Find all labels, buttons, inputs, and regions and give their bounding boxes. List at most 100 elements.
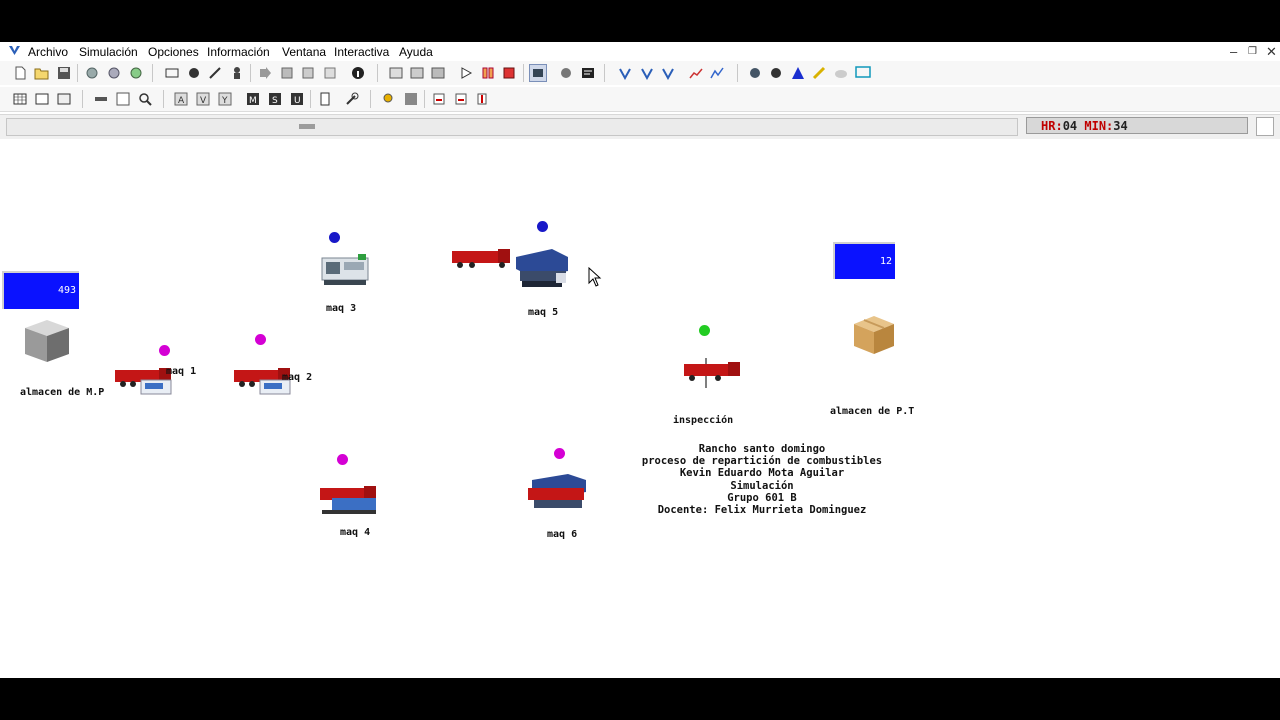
gear-icon[interactable] [747, 65, 763, 81]
calculator-icon[interactable] [403, 91, 419, 107]
inspeccion-status-dot [699, 325, 710, 336]
filter-3-icon[interactable] [660, 65, 676, 81]
magnifier-icon[interactable] [137, 91, 153, 107]
menu-archivo[interactable]: Archivo [28, 45, 68, 59]
windows-icon[interactable] [409, 65, 425, 81]
simulation-clock: HR:04 MIN:34 [1026, 117, 1248, 134]
bold-icon[interactable] [317, 91, 333, 107]
locations-icon[interactable] [84, 65, 100, 81]
filter-2-icon[interactable] [639, 65, 655, 81]
project-info: Rancho santo domingo proceso de repartic… [620, 443, 904, 516]
svg-text:S: S [272, 96, 278, 106]
maq3-label: maq 3 [326, 303, 357, 314]
conveyor-icon[interactable] [93, 91, 109, 107]
key-icon[interactable] [811, 65, 827, 81]
save-icon[interactable] [56, 65, 72, 81]
grid-window-icon[interactable] [322, 65, 338, 81]
routing-icon[interactable] [128, 65, 144, 81]
restore-icon[interactable]: ❐ [1248, 46, 1257, 57]
truck-machine-icon[interactable] [318, 482, 380, 516]
menu-ayuda[interactable]: Ayuda [399, 45, 433, 59]
circle-tool-icon[interactable] [186, 65, 202, 81]
status-box [1256, 117, 1274, 136]
app-window: Archivo Simulación Opciones Información … [0, 42, 1280, 678]
maq3-status-dot [329, 232, 340, 243]
play-icon[interactable] [458, 65, 474, 81]
letter-s-icon[interactable]: S [267, 91, 283, 107]
letter-y-icon[interactable]: Y [217, 91, 233, 107]
almacen-mp-counter: 493 [2, 271, 79, 309]
clock-hr-value: 04 [1062, 119, 1078, 133]
truck-icon[interactable] [682, 356, 744, 392]
edit-table-icon[interactable] [34, 91, 50, 107]
redo-window-icon[interactable] [453, 91, 469, 107]
new-file-icon[interactable] [12, 65, 28, 81]
rectangle-tool-icon[interactable] [164, 65, 180, 81]
globe-icon[interactable] [768, 65, 784, 81]
table-icon[interactable] [12, 91, 28, 107]
stop-icon[interactable] [501, 65, 517, 81]
lathe-machine-icon[interactable] [320, 252, 370, 288]
letter-m-icon[interactable]: M [245, 91, 261, 107]
entities-icon[interactable] [106, 65, 122, 81]
undo-window-icon[interactable] [431, 91, 447, 107]
pause-icon[interactable] [480, 65, 496, 81]
app-logo-icon[interactable] [8, 44, 21, 57]
inspeccion-label: inspección [673, 415, 734, 426]
open-folder-icon[interactable] [34, 65, 50, 81]
menu-ventana[interactable]: Ventana [282, 45, 326, 59]
chart-2-icon[interactable] [709, 65, 725, 81]
maq4-status-dot [337, 454, 348, 465]
zoom-window-icon[interactable] [300, 65, 316, 81]
almacen-mp-label: almacen de M.P [20, 387, 105, 398]
clock-hr-label: HR: [1041, 119, 1063, 133]
download-icon[interactable] [279, 65, 295, 81]
triangle-icon[interactable] [790, 65, 806, 81]
close-icon[interactable]: ✕ [1266, 44, 1277, 60]
export-table-icon[interactable] [56, 91, 72, 107]
maq5-status-dot [537, 221, 548, 232]
delete-window-icon[interactable] [474, 91, 490, 107]
maq6-label: maq 6 [547, 529, 578, 540]
maq1-status-dot [159, 345, 170, 356]
edit-toolbar: A V Y M S U [0, 87, 1280, 112]
info-line-group: Grupo 601 B [727, 491, 797, 504]
letter-a-icon[interactable]: A [173, 91, 189, 107]
zoom-fit-icon[interactable] [115, 91, 131, 107]
arrow-forward-icon[interactable] [257, 65, 273, 81]
maq1-label: maq 1 [166, 366, 197, 377]
tools-icon[interactable] [344, 91, 360, 107]
cloud-icon[interactable] [833, 65, 849, 81]
menu-simulacion[interactable]: Simulación [79, 45, 138, 59]
scroll-thumb[interactable] [299, 124, 315, 129]
minimize-icon[interactable]: – [1230, 44, 1237, 59]
svg-text:Y: Y [221, 96, 228, 106]
almacen-pt-counter: 12 [833, 242, 895, 279]
clock-min-label: MIN: [1084, 119, 1114, 133]
info-icon[interactable] [350, 65, 366, 81]
play-window-icon[interactable] [430, 65, 446, 81]
person-icon[interactable] [229, 65, 245, 81]
menu-bar: Archivo Simulación Opciones Información … [0, 42, 1280, 62]
truck-icon[interactable] [450, 247, 512, 271]
settings-window-icon[interactable] [388, 65, 404, 81]
chart-icon[interactable] [688, 65, 704, 81]
bandsaw-machine-icon[interactable] [512, 247, 572, 289]
monitor-icon[interactable] [855, 65, 871, 81]
maq4-label: maq 4 [340, 527, 371, 538]
animation-icon[interactable] [529, 64, 547, 82]
bandsaw-truck-icon[interactable] [526, 472, 590, 514]
letter-v-icon[interactable]: V [195, 91, 211, 107]
menu-informacion[interactable]: Información [207, 45, 270, 59]
menu-opciones[interactable]: Opciones [148, 45, 199, 59]
filter-icon[interactable] [617, 65, 633, 81]
search-people-icon[interactable] [381, 91, 397, 107]
gray-cube-icon[interactable] [22, 318, 72, 364]
sphere-icon[interactable] [558, 65, 574, 81]
letter-u-icon[interactable]: U [289, 91, 305, 107]
line-tool-icon[interactable] [207, 65, 223, 81]
status-bar: HR:04 MIN:34 [0, 114, 1280, 140]
menu-interactiva[interactable]: Interactiva [334, 45, 389, 59]
trace-icon[interactable] [580, 65, 596, 81]
cardboard-box-icon[interactable] [852, 314, 896, 356]
